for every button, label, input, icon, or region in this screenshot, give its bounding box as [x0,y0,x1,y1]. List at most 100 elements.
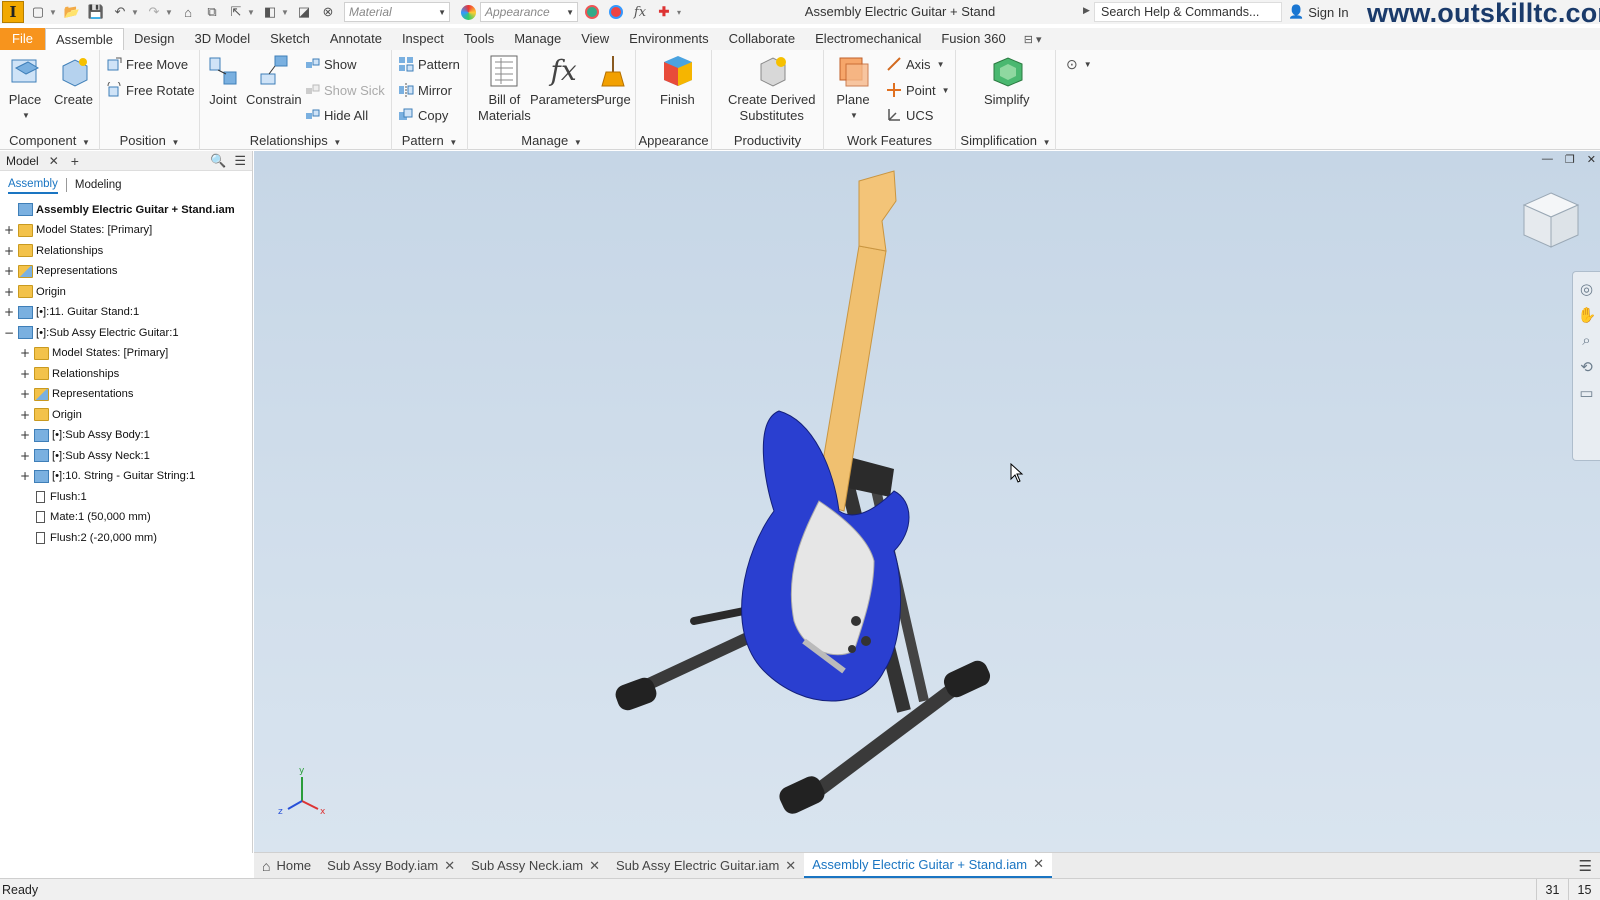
viewcube[interactable] [1520,189,1582,251]
doc-tab[interactable]: Sub Assy Neck.iam ✕ [463,853,608,879]
close-icon[interactable]: ✕ [785,858,796,874]
material-combo[interactable]: Material ▼ [344,2,450,22]
look-at-icon[interactable]: ▭ [1578,384,1596,402]
create-derived-substitutes-button[interactable]: Create Derived Substitutes [728,54,815,124]
tree-item[interactable]: − [•]:Sub Assy Electric Guitar:1 [4,322,179,343]
tree-item[interactable]: + Model States: [Primary] [20,343,168,364]
measure-dropdown-icon[interactable]: ▼ [280,2,290,22]
doc-tab[interactable]: Sub Assy Electric Guitar.iam ✕ [608,853,804,879]
steering-wheel-icon[interactable]: ◎ [1578,280,1596,298]
pattern-panel-title[interactable]: Pattern ▼ [392,133,467,148]
tab-manage[interactable]: Manage [504,28,571,50]
tree-item[interactable]: + Origin [20,404,82,425]
expand-icon[interactable]: + [20,368,30,380]
tab-fusion-360[interactable]: Fusion 360 [931,28,1015,50]
orbit-icon[interactable]: ⟲ [1578,358,1596,376]
clear-appearance-icon[interactable]: ⊗ [318,2,338,22]
doc-tab-home[interactable]: ⌂ Home [254,853,319,879]
select-icon[interactable]: ⇱ [226,2,246,22]
select-dropdown-icon[interactable]: ▼ [246,2,256,22]
tree-item[interactable]: + [•]:10. String - Guitar String:1 [20,466,195,487]
home-icon[interactable]: ⌂ [178,2,198,22]
tree-item[interactable]: + [•]:Sub Assy Body:1 [20,425,150,446]
expand-icon[interactable]: + [20,450,30,462]
graphics-viewport[interactable]: — ❐ ✕ ◎ ✋ ⌕ ⟲ ▭ y x z [254,151,1600,852]
search-icon[interactable]: 🔍 [210,153,226,169]
joint-button[interactable]: Joint [206,54,240,108]
tree-item[interactable]: Flush:2 (-20,000 mm) [20,527,157,548]
tree-item[interactable]: + Representations [20,384,133,405]
expand-icon[interactable]: + [4,306,14,318]
pan-icon[interactable]: ✋ [1578,306,1597,324]
add-browser-icon[interactable]: + [71,153,79,169]
tab-sketch[interactable]: Sketch [260,28,320,50]
undo-icon[interactable]: ↶ [110,2,130,22]
tree-item[interactable]: + [•]:Sub Assy Neck:1 [20,445,150,466]
help-search-input[interactable]: Search Help & Commands... [1094,2,1282,22]
position-panel-title[interactable]: Position ▼ [100,133,199,148]
doc-tab[interactable]: Assembly Electric Guitar + Stand.iam ✕ [804,852,1053,879]
tab-inspect[interactable]: Inspect [392,28,454,50]
pattern-button[interactable]: Pattern [398,56,460,72]
close-icon[interactable]: ✕ [444,858,455,874]
expand-icon[interactable]: + [4,286,14,298]
tree-item[interactable]: + Representations [4,261,117,282]
parameters-fx-icon[interactable]: fx [630,2,650,22]
new-file-icon[interactable]: ▢ [28,2,48,22]
tab-view[interactable]: View [571,28,619,50]
tree-item[interactable]: + Origin [4,281,66,302]
undo-dropdown-icon[interactable]: ▼ [130,2,140,22]
collapse-icon[interactable]: − [4,327,14,339]
ribbon-options-button[interactable]: ⊙ ▼ [1066,56,1092,73]
expand-icon[interactable]: + [20,470,30,482]
doc-tab[interactable]: Sub Assy Body.iam ✕ [319,853,463,879]
measure-icon[interactable]: ◧ [260,2,280,22]
tree-item[interactable]: + Relationships [4,240,103,261]
appearance-override-icon[interactable]: ◪ [294,2,314,22]
menu-icon[interactable]: ☰ [234,153,246,169]
ucs-button[interactable]: UCS [886,107,933,123]
app-logo[interactable]: I [2,1,24,23]
clear-override-icon[interactable] [606,2,626,22]
hide-all-button[interactable]: Hide All [304,107,368,123]
tab-tools[interactable]: Tools [454,28,504,50]
close-icon[interactable]: ✕ [1033,856,1044,872]
add-icon[interactable]: ✚ [654,2,674,22]
subtab-modeling[interactable]: Modeling [75,177,122,193]
close-icon[interactable]: ✕ [1587,153,1596,166]
tab-design[interactable]: Design [124,28,184,50]
customize-qat-icon[interactable]: ▾ [674,2,684,22]
bill-of-materials-button[interactable]: Bill of Materials [478,54,531,124]
guitar-stand-model[interactable] [604,151,1084,831]
copy-button[interactable]: Copy [398,107,448,123]
tab-file[interactable]: File [0,28,45,50]
free-move-button[interactable]: Free Move [106,56,188,72]
close-icon[interactable]: ✕ [49,154,59,168]
document-list-menu-icon[interactable]: ☰ [1579,857,1592,875]
expand-icon[interactable]: + [20,429,30,441]
redo-icon[interactable]: ↷ [144,2,164,22]
close-icon[interactable]: ✕ [589,858,600,874]
tab-electromechanical[interactable]: Electromechanical [805,28,931,50]
tree-item[interactable]: Assembly Electric Guitar + Stand.iam [4,199,235,220]
manage-panel-title[interactable]: Manage ▼ [468,133,635,148]
minimize-icon[interactable]: — [1542,153,1553,166]
create-button[interactable]: Create [54,54,93,108]
finish-button[interactable]: Finish [660,54,695,108]
tree-item[interactable]: + Relationships [20,363,119,384]
local-update-icon[interactable]: ⧉ [202,2,222,22]
plane-button[interactable]: Plane ▼ [836,54,870,124]
mirror-button[interactable]: Mirror [398,82,452,98]
tree-item[interactable]: + Model States: [Primary] [4,220,152,241]
expand-icon[interactable]: + [4,224,14,236]
tab-3d-model[interactable]: 3D Model [185,28,261,50]
open-icon[interactable]: 📂 [62,2,82,22]
constrain-button[interactable]: Constrain [246,54,302,108]
parameters-button[interactable]: fx Parameters [530,54,597,108]
expand-icon[interactable]: + [20,388,30,400]
tab-annotate[interactable]: Annotate [320,28,392,50]
tree-item[interactable]: + [•]:11. Guitar Stand:1 [4,302,139,323]
tab-collaborate[interactable]: Collaborate [719,28,806,50]
restore-icon[interactable]: ❐ [1565,153,1575,166]
redo-dropdown-icon[interactable]: ▼ [164,2,174,22]
